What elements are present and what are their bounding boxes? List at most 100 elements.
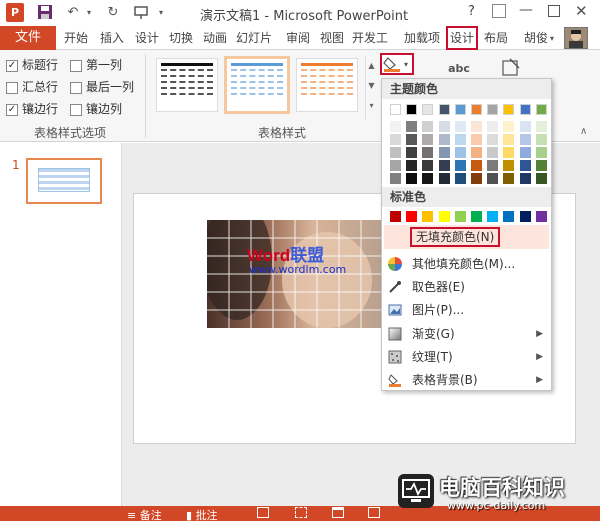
color-swatch[interactable] [487, 121, 499, 132]
checkbox-icon[interactable]: ✓ [6, 59, 18, 72]
color-swatch[interactable] [487, 134, 499, 145]
color-swatch[interactable] [471, 104, 482, 115]
tab-transitions[interactable]: 切换 [165, 26, 197, 50]
color-swatch[interactable] [503, 134, 515, 145]
color-swatch[interactable] [422, 121, 434, 132]
color-swatch[interactable] [519, 173, 531, 184]
user-dropdown-icon[interactable]: ▾ [550, 34, 554, 43]
color-swatch[interactable] [487, 160, 499, 171]
color-swatch[interactable] [535, 134, 547, 145]
tab-slideshow[interactable]: 幻灯片 [233, 26, 275, 50]
option-last-column[interactable]: 最后一列 [70, 76, 134, 98]
tab-addins[interactable]: 加载项 [401, 26, 443, 50]
color-swatch[interactable] [406, 160, 418, 171]
gradient-item[interactable]: 渐变(G) ▶ [382, 322, 551, 346]
color-swatch[interactable] [519, 134, 531, 145]
option-banded-columns[interactable]: 镶边列 [70, 98, 122, 120]
color-swatch[interactable] [390, 160, 401, 171]
color-swatch[interactable] [471, 147, 482, 158]
color-swatch[interactable] [438, 104, 450, 115]
color-swatch[interactable] [390, 211, 401, 222]
color-swatch[interactable] [438, 121, 450, 132]
undo-dropdown-icon[interactable]: ▾ [80, 4, 98, 22]
wordart-quick-styles[interactable]: abc [444, 58, 474, 80]
eyedropper-item[interactable]: 取色器(E) [382, 275, 551, 299]
color-swatch[interactable] [454, 104, 466, 115]
more-fill-colors-item[interactable]: 其他填充颜色(M)... [382, 252, 551, 276]
tab-home[interactable]: 开始 [60, 26, 92, 50]
user-name[interactable]: 胡俊 [522, 26, 550, 50]
table-style-dark[interactable] [156, 58, 218, 112]
checkbox-icon[interactable]: ✓ [6, 103, 18, 116]
minimize-button[interactable]: — [519, 2, 533, 18]
color-swatch[interactable] [406, 211, 418, 222]
option-total-row[interactable]: 汇总行 [6, 76, 58, 98]
color-swatch[interactable] [406, 121, 418, 132]
color-swatch[interactable] [422, 173, 434, 184]
color-swatch[interactable] [422, 104, 434, 115]
color-swatch[interactable] [535, 173, 547, 184]
color-swatch[interactable] [519, 147, 531, 158]
color-swatch[interactable] [406, 147, 418, 158]
redo-icon[interactable]: ↻ [104, 4, 122, 22]
gallery-scroll[interactable]: ▲ ▼ ▾ [365, 56, 377, 120]
color-swatch[interactable] [487, 173, 499, 184]
close-button[interactable]: ✕ [575, 2, 588, 20]
color-swatch[interactable] [535, 211, 547, 222]
color-swatch[interactable] [519, 211, 531, 222]
table-background-item[interactable]: 表格背景(B) ▶ [382, 368, 551, 392]
tab-review[interactable]: 审阅 [282, 26, 314, 50]
tab-table-layout[interactable]: 布局 [482, 26, 510, 50]
option-banded-rows[interactable]: ✓ 镶边行 [6, 98, 58, 120]
color-swatch[interactable] [487, 211, 499, 222]
tab-design[interactable]: 设计 [131, 26, 163, 50]
color-swatch[interactable] [503, 211, 515, 222]
color-swatch[interactable] [422, 160, 434, 171]
shading-button[interactable]: ▾ [380, 53, 414, 75]
slide-thumbnail[interactable] [26, 158, 102, 204]
reading-view-icon[interactable] [332, 507, 344, 518]
color-swatch[interactable] [454, 121, 466, 132]
color-swatch[interactable] [406, 104, 418, 115]
color-swatch[interactable] [519, 104, 531, 115]
ribbon-display-icon[interactable] [492, 4, 506, 18]
color-swatch[interactable] [503, 173, 515, 184]
color-swatch[interactable] [390, 121, 401, 132]
option-header-row[interactable]: ✓ 标题行 [6, 54, 58, 76]
color-swatch[interactable] [454, 134, 466, 145]
color-swatch[interactable] [454, 173, 466, 184]
picture-fill-item[interactable]: 图片(P)... [382, 298, 551, 322]
color-swatch[interactable] [438, 173, 450, 184]
slide-sorter-icon[interactable] [295, 507, 307, 518]
color-swatch[interactable] [503, 147, 515, 158]
color-swatch[interactable] [487, 147, 499, 158]
color-swatch[interactable] [519, 121, 531, 132]
collapse-ribbon-icon[interactable]: ∧ [580, 126, 587, 137]
color-swatch[interactable] [535, 104, 547, 115]
option-first-column[interactable]: 第一列 [70, 54, 122, 76]
color-swatch[interactable] [438, 147, 450, 158]
color-swatch[interactable] [422, 211, 434, 222]
tab-table-design[interactable]: 设计 [446, 26, 478, 50]
texture-item[interactable]: 纹理(T) ▶ [382, 345, 551, 369]
color-swatch[interactable] [406, 173, 418, 184]
avatar[interactable] [564, 27, 588, 49]
color-swatch[interactable] [487, 104, 499, 115]
color-swatch[interactable] [471, 160, 482, 171]
tab-view[interactable]: 视图 [316, 26, 348, 50]
quick-access-dropdown-icon[interactable]: ▾ [152, 4, 170, 22]
help-button[interactable]: ? [468, 4, 475, 19]
maximize-button[interactable] [548, 5, 560, 17]
color-swatch[interactable] [390, 147, 401, 158]
slideshow-view-icon[interactable] [368, 507, 380, 518]
table-style-blue[interactable] [224, 56, 290, 114]
color-swatch[interactable] [535, 121, 547, 132]
checkbox-icon[interactable] [70, 59, 82, 72]
no-fill-item[interactable]: 无填充颜色(N) [410, 227, 500, 247]
color-swatch[interactable] [390, 173, 401, 184]
color-swatch[interactable] [519, 160, 531, 171]
draw-table-icon[interactable] [500, 56, 522, 78]
table-style-orange[interactable] [296, 58, 358, 112]
tab-animations[interactable]: 动画 [199, 26, 231, 50]
tab-file[interactable]: 文件 [0, 26, 56, 50]
